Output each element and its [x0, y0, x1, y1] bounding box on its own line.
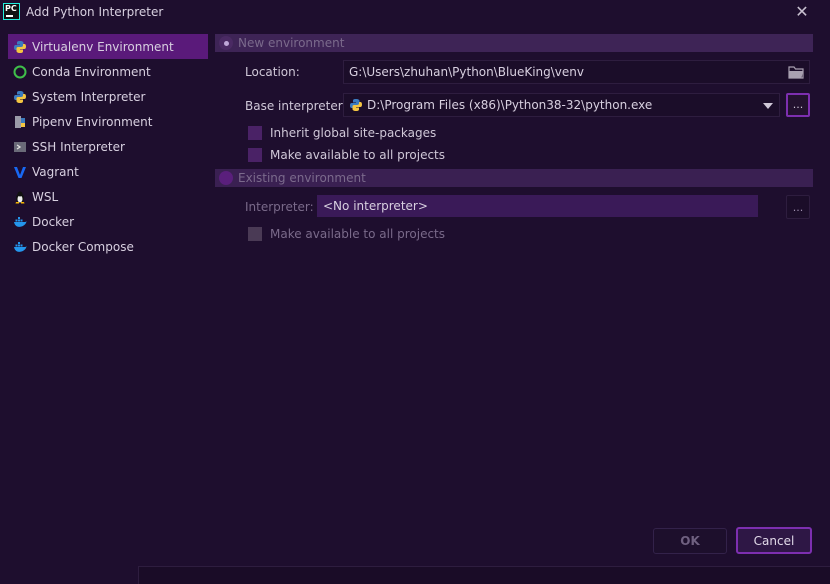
location-input[interactable]: G:\Users\zhuhan\Python\BlueKing\venv [343, 60, 810, 84]
base-interpreter-label: Base interpreter: [245, 99, 347, 113]
make-available-checkbox[interactable] [248, 148, 262, 162]
pipenv-icon [12, 114, 28, 130]
existing-make-available-label: Make available to all projects [270, 227, 446, 241]
sidebar-item-vagrant[interactable]: Vagrant [8, 159, 208, 184]
inherit-global-checkbox[interactable] [248, 126, 262, 140]
python-icon [12, 39, 28, 55]
chevron-down-icon[interactable] [763, 103, 773, 109]
existing-make-available-checkbox-row[interactable]: Make available to all projects [248, 227, 445, 241]
interpreter-type-list: Virtualenv Environment Conda Environment… [0, 30, 210, 530]
cancel-button[interactable]: Cancel [736, 527, 812, 554]
sidebar-item-virtualenv[interactable]: Virtualenv Environment [8, 34, 208, 59]
folder-icon[interactable] [788, 65, 804, 79]
sidebar-item-docker[interactable]: Docker [8, 209, 208, 234]
new-environment-label: New environment [238, 36, 345, 50]
python-icon [12, 89, 28, 105]
existing-environment-label: Existing environment [238, 171, 366, 185]
sidebar-item-system[interactable]: System Interpreter [8, 84, 208, 109]
sidebar-item-ssh[interactable]: SSH Interpreter [8, 134, 208, 159]
bottom-strip [138, 566, 830, 584]
pycharm-logo-icon: PC [3, 3, 20, 20]
browse-base-interpreter-button[interactable]: ... [786, 93, 810, 117]
existing-environment-radio[interactable]: Existing environment [215, 169, 813, 187]
location-label: Location: [245, 65, 300, 79]
sidebar-item-pipenv[interactable]: Pipenv Environment [8, 109, 208, 134]
existing-make-available-checkbox[interactable] [248, 227, 262, 241]
linux-icon [12, 189, 28, 205]
python-icon [349, 98, 363, 112]
sidebar-item-label: Conda Environment [32, 64, 151, 79]
interpreter-label: Interpreter: [245, 200, 314, 214]
new-environment-radio[interactable]: New environment [215, 34, 813, 52]
existing-interpreter-select[interactable]: <No interpreter> [317, 195, 758, 217]
inherit-global-checkbox-row[interactable]: Inherit global site-packages [248, 126, 436, 140]
conda-icon [12, 64, 28, 80]
sidebar-item-label: System Interpreter [32, 89, 146, 104]
sidebar-item-label: Virtualenv Environment [32, 39, 174, 54]
sidebar-item-label: WSL [32, 189, 59, 204]
base-interpreter-select[interactable]: D:\Program Files (x86)\Python38-32\pytho… [343, 93, 780, 117]
inherit-global-label: Inherit global site-packages [270, 126, 437, 140]
radio-button[interactable] [219, 171, 233, 185]
sidebar-item-label: Docker Compose [32, 239, 134, 254]
sidebar-item-docker-compose[interactable]: Docker Compose [8, 234, 208, 259]
ssh-icon [12, 139, 28, 155]
vagrant-icon [12, 164, 28, 180]
docker-icon [12, 239, 28, 255]
ok-button[interactable]: OK [653, 528, 727, 554]
title-bar: PC Add Python Interpreter ✕ [0, 0, 830, 26]
sidebar-item-wsl[interactable]: WSL [8, 184, 208, 209]
docker-icon [12, 214, 28, 230]
make-available-checkbox-row[interactable]: Make available to all projects [248, 148, 445, 162]
browse-existing-interpreter-button[interactable]: ... [786, 195, 810, 219]
sidebar-item-label: SSH Interpreter [32, 139, 125, 154]
make-available-label: Make available to all projects [270, 148, 446, 162]
sidebar-item-label: Vagrant [32, 164, 79, 179]
sidebar-item-conda[interactable]: Conda Environment [8, 59, 208, 84]
close-button[interactable]: ✕ [794, 3, 810, 21]
sidebar-item-label: Pipenv Environment [32, 114, 153, 129]
sidebar-item-label: Docker [32, 214, 75, 229]
radio-button[interactable] [219, 36, 233, 50]
window-title: Add Python Interpreter [26, 5, 164, 19]
